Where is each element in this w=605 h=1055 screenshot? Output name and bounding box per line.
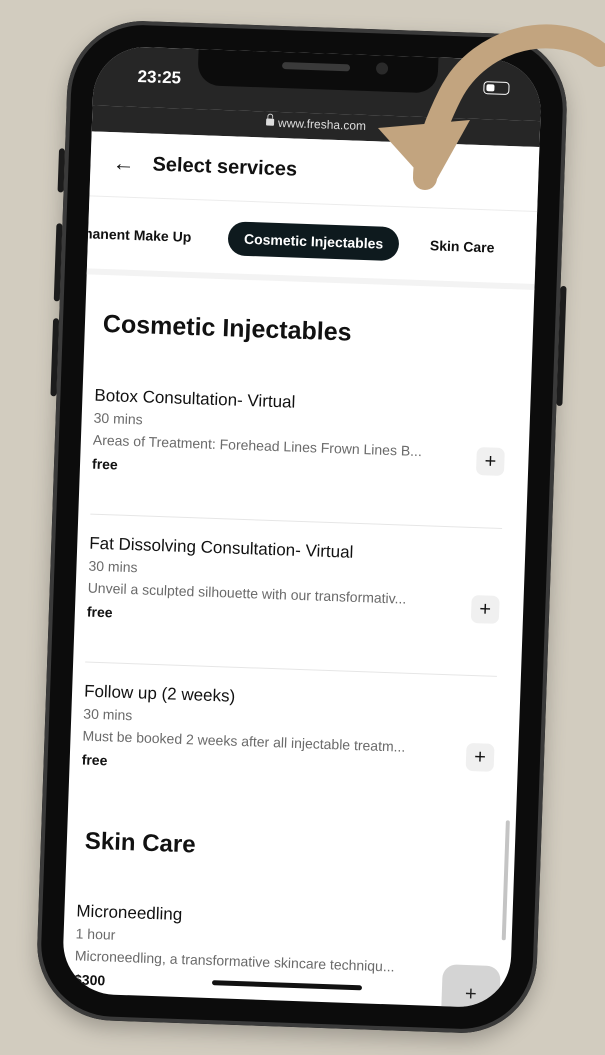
divider — [85, 661, 497, 677]
service-item[interactable]: Fat Dissolving Consultation- Virtual 30 … — [87, 534, 504, 634]
camera-icon — [375, 62, 389, 75]
phone-screen: 23:25 www.fresha.com ← Select services m… — [61, 45, 543, 1009]
floating-add-button[interactable]: + — [440, 964, 501, 1009]
url-text: www.fresha.com — [277, 115, 367, 133]
service-item[interactable]: Follow up (2 weeks) 30 mins Must be book… — [81, 682, 498, 782]
phone-frame: 23:25 www.fresha.com ← Select services m… — [34, 18, 570, 1036]
service-price: free — [91, 455, 119, 473]
back-arrow-icon[interactable]: ← — [112, 150, 135, 177]
tab-cosmetic-injectables[interactable]: Cosmetic Injectables — [227, 221, 400, 262]
tab-skin-care[interactable]: Skin Care — [429, 228, 495, 264]
service-price: free — [86, 603, 113, 621]
service-item[interactable]: Botox Consultation- Virtual 30 mins Area… — [92, 386, 509, 486]
service-price: free — [81, 751, 108, 769]
section-title-skin-care: Skin Care — [84, 827, 197, 859]
scrollbar[interactable] — [501, 820, 510, 941]
tab-permanent-make-up[interactable]: manent Make Up — [80, 216, 192, 254]
status-time: 23:25 — [137, 66, 182, 88]
battery-icon — [483, 81, 510, 95]
section-title-cosmetic-injectables: Cosmetic Injectables — [102, 309, 353, 347]
divider — [90, 513, 503, 529]
page-title: Select services — [152, 153, 298, 181]
add-service-button[interactable]: + — [470, 594, 500, 624]
speaker-icon — [281, 62, 351, 72]
add-service-button[interactable]: + — [475, 447, 505, 477]
lock-icon — [265, 118, 275, 126]
category-tabs: manent Make Up Cosmetic Injectables Skin… — [80, 195, 538, 290]
add-service-button[interactable]: + — [465, 742, 495, 772]
